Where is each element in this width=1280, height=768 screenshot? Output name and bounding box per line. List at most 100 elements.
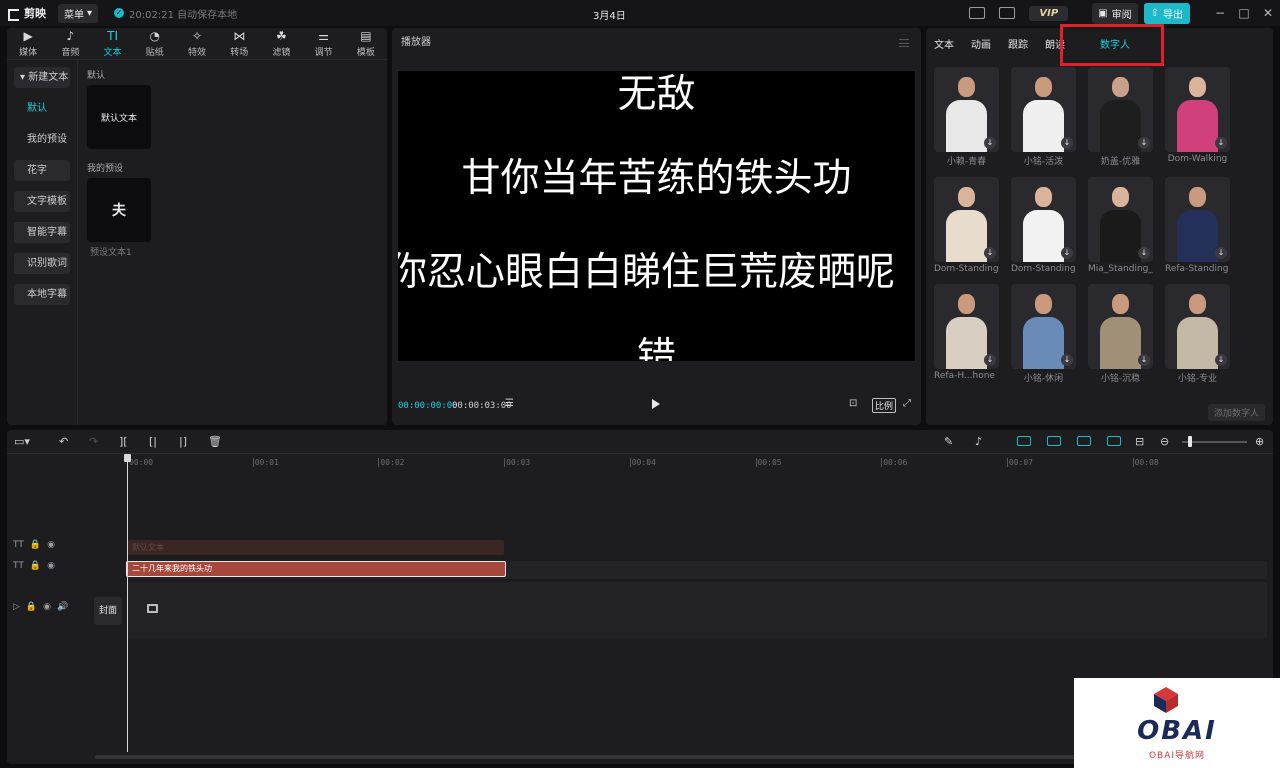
download-icon[interactable]: ↓ (1215, 354, 1227, 366)
download-icon[interactable]: ↓ (984, 137, 996, 149)
lock-icon[interactable]: 🔒 (30, 561, 41, 571)
capcut-logo-icon (8, 7, 20, 21)
lock-icon[interactable]: 🔒 (26, 602, 37, 612)
avatar-body (1100, 317, 1141, 369)
split-icon[interactable]: ][ (119, 435, 128, 448)
snap-icon[interactable] (1107, 436, 1121, 446)
main-track[interactable] (127, 582, 1267, 638)
layout-icon[interactable] (999, 7, 1016, 19)
nav-group-new-text[interactable]: ▾ 新建文本 (14, 67, 70, 88)
text-clip-ghost[interactable]: 默认文本 (127, 540, 504, 555)
trim-left-icon[interactable]: [| (149, 435, 157, 448)
digital-human-card[interactable]: ↓ 小赖-青春 (934, 67, 999, 167)
digital-human-card[interactable]: ↓ 小铭-活泼 (1011, 67, 1076, 167)
download-icon[interactable]: ↓ (1138, 137, 1150, 149)
add-digital-human-button[interactable]: 添加数字人 (1207, 404, 1265, 421)
tool-media[interactable]: ▶ 媒体 (7, 28, 49, 59)
nav-item-default[interactable]: 默认 (14, 98, 70, 119)
tool-text[interactable]: TI 文本 (91, 28, 133, 59)
nav-item-lyrics[interactable]: 识别歌词 (14, 253, 70, 274)
text-clip-selected[interactable]: 二十几年来我的铁头功 (126, 561, 506, 577)
playhead[interactable] (124, 454, 131, 752)
digital-human-card[interactable]: ↓ Dom-Standing 6 (1011, 177, 1076, 274)
digital-human-card[interactable]: ↓ 小铭-沉稳 (1088, 284, 1153, 384)
caption-line-3: 你忍心眼白白睇住巨荒废晒呢 (398, 250, 895, 295)
time-ruler[interactable]: 00:00 00:01 00:02 00:03 00:04 00:05 00:06 00:07… (127, 456, 1267, 470)
trim-right-icon[interactable]: |] (179, 435, 187, 448)
screenshot-icon[interactable]: ⊡ (849, 398, 857, 409)
tool-label: 媒体 (19, 47, 38, 58)
timeline-scrollbar[interactable] (95, 755, 1175, 759)
magnet-icon[interactable] (1047, 436, 1061, 446)
preview-axis-icon[interactable] (1077, 436, 1091, 446)
zoom-out-icon[interactable]: ⊖ (1160, 435, 1169, 448)
digital-human-card[interactable]: ↓ 小铭-专业 (1165, 284, 1230, 384)
minimize-icon[interactable]: − (1208, 6, 1232, 20)
eye-icon[interactable]: ◉ (43, 602, 51, 612)
digital-human-card[interactable]: ↓ Refa-H...hone 1 (934, 284, 999, 384)
download-icon[interactable]: ↓ (1215, 247, 1227, 259)
preset-text-card[interactable]: 夫 (87, 178, 151, 242)
export-button[interactable]: ⇧ 导出 (1143, 2, 1190, 24)
chevron-down-icon: ▾ (87, 7, 93, 19)
eye-icon[interactable]: ◉ (47, 540, 55, 550)
menu-button[interactable]: 菜单 ▾ (58, 3, 99, 23)
video-preview[interactable]: 无敌 甘你当年苦练的铁头功 你忍心眼白白睇住巨荒废晒呢 错 (398, 71, 915, 361)
layout-select-icon[interactable]: ▭▾ (14, 435, 30, 448)
digital-human-card[interactable]: ↓ 奶盖-优雅 (1088, 67, 1153, 167)
nav-item-my-presets[interactable]: 我的预设 (14, 129, 70, 150)
tool-audio[interactable]: ♪ 音频 (49, 28, 91, 59)
download-icon[interactable]: ↓ (1215, 137, 1227, 149)
nav-item-local-caption[interactable]: 本地字幕 (14, 284, 70, 305)
tab-text[interactable]: 文本 (934, 36, 954, 51)
nav-item-text-template[interactable]: 文字模板 (14, 191, 70, 212)
caption-icon[interactable]: ⊟ (1135, 435, 1144, 448)
keyboard-icon[interactable] (969, 7, 986, 19)
undo-icon[interactable]: ↶ (59, 435, 68, 448)
waveform-icon[interactable]: ☰ (505, 398, 514, 409)
lock-icon[interactable]: 🔒 (30, 540, 41, 550)
tool-transition[interactable]: ⋈ 转场 (218, 28, 260, 59)
tab-animation[interactable]: 动画 (971, 36, 991, 51)
volume-icon[interactable]: 🔊 (57, 602, 68, 612)
play-icon[interactable] (652, 399, 660, 409)
digital-human-card[interactable]: ↓ Dom-Walking (1165, 67, 1230, 167)
eye-icon[interactable]: ◉ (47, 561, 55, 571)
fullscreen-icon[interactable]: ⤢ (903, 398, 911, 409)
redo-icon[interactable]: ↷ (89, 435, 98, 448)
default-text-card[interactable]: 默认文本 (87, 85, 151, 149)
ruler-tick: 00:02 (378, 458, 405, 467)
zoom-slider-knob[interactable] (1188, 436, 1192, 447)
digital-human-card[interactable]: ↓ 小铭-休闲 (1011, 284, 1076, 384)
digital-human-card[interactable]: ↓ Refa-Standing 3 (1165, 177, 1230, 274)
delete-icon[interactable]: 🗑 (208, 435, 222, 448)
download-icon[interactable]: ↓ (984, 354, 996, 366)
download-icon[interactable]: ↓ (1061, 354, 1073, 366)
review-button[interactable]: ▣ 审阅 (1092, 2, 1138, 24)
microphone-icon[interactable]: ♪ (975, 435, 982, 448)
menu-icon[interactable] (899, 39, 909, 47)
tool-adjust[interactable]: ⚌ 调节 (303, 28, 345, 59)
digital-human-card[interactable]: ↓ Mia_Standing_2 (1088, 177, 1153, 274)
tool-template[interactable]: ▤ 模板 (345, 28, 387, 59)
download-icon[interactable]: ↓ (984, 247, 996, 259)
close-icon[interactable]: ✕ (1256, 6, 1280, 20)
tool-filter[interactable]: ☘ 滤镜 (260, 28, 302, 59)
link-main-track-icon[interactable] (1017, 436, 1031, 446)
maximize-icon[interactable]: □ (1232, 6, 1256, 20)
zoom-in-icon[interactable]: ⊕ (1255, 435, 1264, 448)
download-icon[interactable]: ↓ (1061, 137, 1073, 149)
tool-effects[interactable]: ✧ 特效 (176, 28, 218, 59)
download-icon[interactable]: ↓ (1138, 354, 1150, 366)
vip-badge[interactable]: VIP (1029, 5, 1069, 21)
nav-item-fancy-text[interactable]: 花字 (14, 160, 70, 181)
nav-item-smart-caption[interactable]: 智能字幕 (14, 222, 70, 243)
cover-button[interactable]: 封面 (94, 597, 122, 625)
digital-human-card[interactable]: ↓ Dom-Standing 1 (934, 177, 999, 274)
ratio-button[interactable]: 比例 (872, 398, 897, 413)
download-icon[interactable]: ↓ (1138, 247, 1150, 259)
tab-tracking[interactable]: 跟踪 (1008, 36, 1028, 51)
tool-sticker[interactable]: ◔ 贴纸 (134, 28, 176, 59)
ai-magic-icon[interactable]: ✎ (944, 435, 953, 448)
download-icon[interactable]: ↓ (1061, 247, 1073, 259)
